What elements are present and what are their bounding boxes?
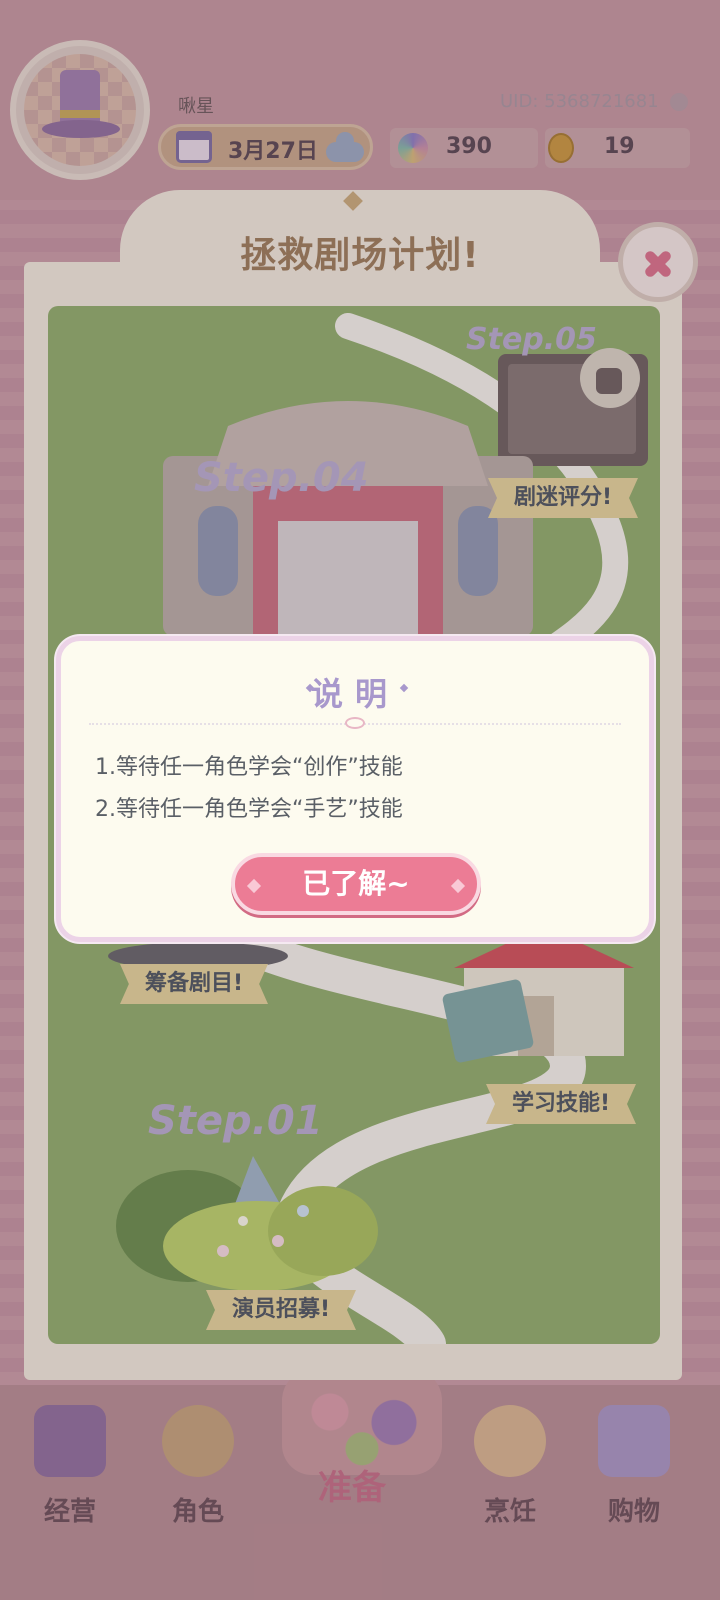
bow-icon: [345, 717, 365, 729]
step-03-task[interactable]: 筹备剧目!: [120, 964, 268, 1004]
confirm-button[interactable]: 已了解~: [231, 853, 481, 915]
nav-character[interactable]: 角色: [148, 1405, 248, 1555]
dialog-title: 说明: [310, 675, 399, 713]
requirement-1: 1.等待任一角色学会“创作”技能: [95, 755, 403, 780]
calendar-icon: [176, 131, 212, 163]
rainbow-gem-icon: [398, 133, 428, 163]
nav-shopping-label: 购物: [607, 1497, 660, 1527]
nav-shopping[interactable]: 购物: [584, 1405, 684, 1555]
shopping-bag-icon: [598, 1405, 670, 1477]
current-date: 3月27日: [228, 139, 318, 164]
nav-prepare[interactable]: 准备: [318, 1460, 386, 1509]
player-name: 啾星: [178, 96, 214, 117]
step-05-task[interactable]: 剧迷评分!: [488, 478, 638, 518]
step-02-task[interactable]: 学习技能!: [486, 1084, 636, 1124]
gem-value: 390: [446, 134, 492, 159]
player-uid: UID: 5368721681: [500, 91, 659, 112]
step-01-task[interactable]: 演员招募!: [206, 1290, 356, 1330]
nav-cooking-label: 烹饪: [483, 1497, 536, 1527]
hat-brim: [42, 120, 120, 138]
step-04-label: Step.04: [194, 455, 369, 501]
nav-cooking[interactable]: 烹饪: [460, 1405, 560, 1555]
step-05-label: Step.05: [466, 322, 597, 357]
avatar[interactable]: [24, 54, 136, 166]
sparkle-icon: [450, 878, 466, 894]
coin-value: 19: [604, 134, 635, 159]
sandwich-icon: [474, 1405, 546, 1477]
weather-cloud-icon: [326, 132, 364, 162]
requirement-2: 2.等待任一角色学会“手艺”技能: [95, 797, 403, 822]
theater-stage-icon: [163, 401, 533, 636]
nav-operate[interactable]: 经营: [20, 1405, 120, 1555]
panel-title: 拯救剧场计划!: [240, 235, 480, 276]
step-01-label: Step.01: [148, 1098, 323, 1144]
sparkle-icon: [246, 878, 262, 894]
coin-icon: [548, 133, 574, 163]
nav-operate-label: 经营: [43, 1497, 96, 1527]
hat-band: [60, 110, 100, 118]
confirm-button-label: 已了解~: [302, 867, 410, 900]
explanation-dialog: 说明 1.等待任一角色学会“创作”技能 2.等待任一角色学会“手艺”技能 已了解…: [56, 636, 654, 942]
nav-character-label: 角色: [171, 1497, 224, 1527]
close-button[interactable]: [618, 222, 698, 302]
copy-icon[interactable]: [670, 93, 688, 111]
review-board-icon: [498, 348, 648, 466]
bunny-icon: [162, 1405, 234, 1477]
school-building-icon: [442, 926, 634, 1063]
top-hat-lock-icon: [34, 1405, 106, 1477]
